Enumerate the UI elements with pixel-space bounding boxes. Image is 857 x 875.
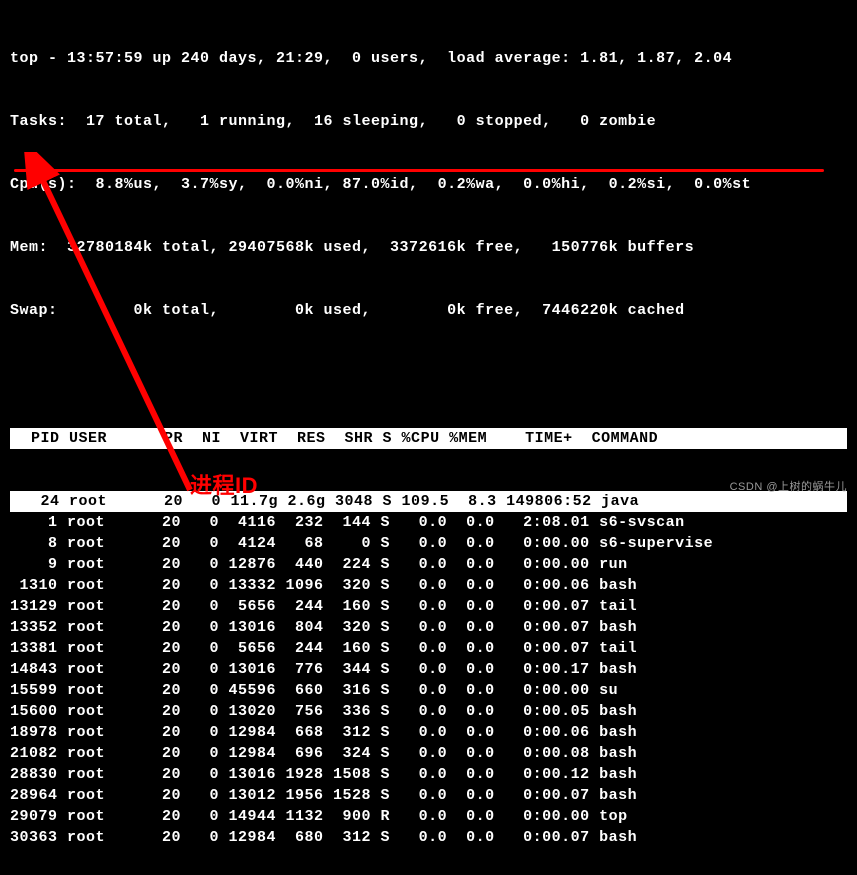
process-row: 28964 root 20 0 13012 1956 1528 S 0.0 0.… — [10, 785, 847, 806]
process-row: 13352 root 20 0 13016 804 320 S 0.0 0.0 … — [10, 617, 847, 638]
process-row: 1310 root 20 0 13332 1096 320 S 0.0 0.0 … — [10, 575, 847, 596]
process-row: 30363 root 20 0 12984 680 312 S 0.0 0.0 … — [10, 827, 847, 848]
process-row: 8 root 20 0 4124 68 0 S 0.0 0.0 0:00.00 … — [10, 533, 847, 554]
watermark: CSDN @上树的蜗牛儿 — [730, 478, 847, 494]
process-row: 15600 root 20 0 13020 756 336 S 0.0 0.0 … — [10, 701, 847, 722]
process-row: 13129 root 20 0 5656 244 160 S 0.0 0.0 0… — [10, 596, 847, 617]
process-row: 29079 root 20 0 14944 1132 900 R 0.0 0.0… — [10, 806, 847, 827]
arrow-icon — [8, 152, 228, 502]
process-row: 14843 root 20 0 13016 776 344 S 0.0 0.0 … — [10, 659, 847, 680]
process-row: 18978 root 20 0 12984 668 312 S 0.0 0.0 … — [10, 722, 847, 743]
process-row: 13381 root 20 0 5656 244 160 S 0.0 0.0 0… — [10, 638, 847, 659]
process-row: 28830 root 20 0 13016 1928 1508 S 0.0 0.… — [10, 764, 847, 785]
process-list: 24 root 20 0 11.7g 2.6g 3048 S 109.5 8.3… — [10, 491, 847, 848]
process-row: 9 root 20 0 12876 440 224 S 0.0 0.0 0:00… — [10, 554, 847, 575]
summary-tasks: Tasks: 17 total, 1 running, 16 sleeping,… — [10, 111, 847, 132]
annotation-label: 进程ID — [190, 468, 258, 500]
process-row: 15599 root 20 0 45596 660 316 S 0.0 0.0 … — [10, 680, 847, 701]
process-row: 21082 root 20 0 12984 696 324 S 0.0 0.0 … — [10, 743, 847, 764]
process-row: 1 root 20 0 4116 232 144 S 0.0 0.0 2:08.… — [10, 512, 847, 533]
summary-uptime: top - 13:57:59 up 240 days, 21:29, 0 use… — [10, 48, 847, 69]
